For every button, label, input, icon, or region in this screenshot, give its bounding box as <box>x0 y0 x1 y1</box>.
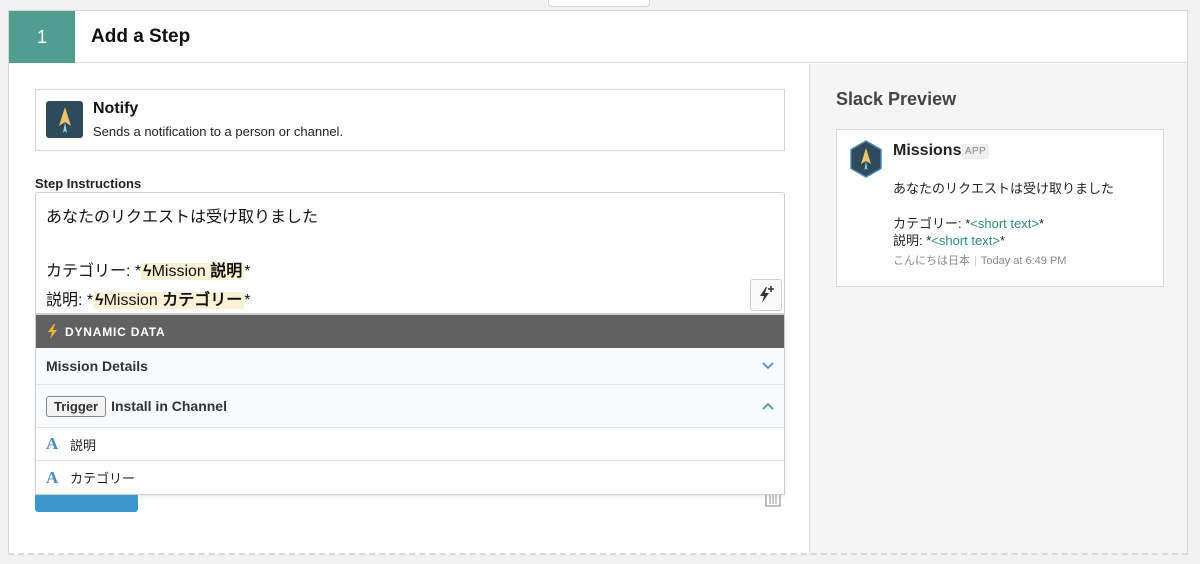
dynamic-data-dropdown: DYNAMIC DATA Mission Details Trigger Ins… <box>35 314 785 495</box>
bot-name: Missions <box>893 142 962 159</box>
message-text: * <box>999 233 1006 248</box>
instruction-line: 説明: * ϟMission カテゴリー * <box>46 286 251 310</box>
bolt-icon: ϟ <box>95 292 104 309</box>
step-title: Add a Step <box>91 26 191 47</box>
token-field: カテゴリー <box>162 292 243 309</box>
footer-separator: | <box>974 255 977 267</box>
mission-details-section[interactable]: Mission Details <box>36 348 784 385</box>
trigger-badge: Trigger <box>46 395 107 417</box>
footer-timestamp: Today at 6:49 PM <box>980 255 1067 267</box>
save-step-button[interactable] <box>35 495 138 512</box>
action-description: Sends a notification to a person or chan… <box>93 124 344 139</box>
instruction-text: * <box>244 292 251 309</box>
step-instructions-label: Step Instructions <box>35 176 142 191</box>
step-number: 1 <box>9 11 75 63</box>
chevron-down-icon <box>762 362 774 370</box>
message-text: * <box>1038 216 1045 231</box>
instruction-text: カテゴリー: * <box>46 263 142 280</box>
section-label: Install in Channel <box>111 398 227 414</box>
instruction-text: 説明: * <box>46 292 94 309</box>
trigger-section[interactable]: Trigger Install in Channel <box>36 385 784 428</box>
section-label: Mission Details <box>46 358 148 374</box>
insert-dynamic-data-button[interactable] <box>750 279 782 311</box>
slack-preview-pane: Slack Preview Missions APP あなたのリクエストは受け取… <box>809 64 1187 554</box>
bolt-icon: ϟ <box>143 263 152 280</box>
token-source: Mission <box>151 263 206 280</box>
item-label: 説明 <box>70 437 97 453</box>
instruction-line: カテゴリー: * ϟMission 説明 * <box>46 257 251 281</box>
instruction-text: * <box>244 263 251 280</box>
bolt-plus-icon <box>760 286 774 303</box>
message-text: カテゴリー: * <box>893 216 971 231</box>
message-footer: こんにちは日本 | Today at 6:49 PM <box>893 252 1066 268</box>
dynamic-data-token[interactable]: ϟMission 説明 <box>141 263 245 280</box>
bolt-icon <box>48 324 57 339</box>
step-card: 1 Add a Step Notify Sends a notification… <box>8 10 1188 554</box>
chevron-up-icon <box>762 402 774 410</box>
placeholder-text: <short text> <box>931 233 1000 248</box>
trash-icon[interactable] <box>763 495 783 512</box>
dynamic-data-token[interactable]: ϟMission カテゴリー <box>93 292 245 309</box>
dynamic-data-item[interactable]: A 説明 <box>36 428 784 461</box>
placeholder-text: <short text> <box>970 216 1039 231</box>
next-step-placeholder <box>8 553 1188 555</box>
action-name: Notify <box>93 100 139 117</box>
top-tab[interactable] <box>548 0 650 7</box>
slack-message-preview: Missions APP あなたのリクエストは受け取りました カテゴリー: *<… <box>836 129 1164 287</box>
slack-preview-title: Slack Preview <box>836 89 957 109</box>
dynamic-data-item[interactable]: A カテゴリー <box>36 461 784 494</box>
text-type-icon: A <box>46 467 59 487</box>
message-line: 説明: *<short text>* <box>893 230 1005 249</box>
rocket-icon <box>46 101 83 138</box>
message-text: 説明: * <box>893 233 932 248</box>
footer-channel: こんにちは日本 <box>893 255 970 267</box>
dynamic-data-title: DYNAMIC DATA <box>65 324 166 339</box>
token-field: 説明 <box>210 263 243 280</box>
selected-action[interactable]: Notify Sends a notification to a person … <box>35 89 785 151</box>
app-badge: APP <box>962 144 989 159</box>
instruction-line: あなたのリクエストは受け取りました <box>46 209 319 226</box>
message-line: あなたのリクエストは受け取りました <box>893 181 1115 196</box>
step-instructions-editor[interactable]: あなたのリクエストは受け取りました カテゴリー: * ϟMission 説明 * 説… <box>35 192 785 314</box>
missions-app-icon <box>850 140 882 178</box>
dynamic-data-header: DYNAMIC DATA <box>36 315 784 348</box>
step-header: 1 Add a Step <box>9 11 1187 63</box>
token-source: Mission <box>103 292 158 309</box>
text-type-icon: A <box>46 434 59 453</box>
step-editor-pane: Notify Sends a notification to a person … <box>9 64 809 554</box>
item-label: カテゴリー <box>70 471 136 486</box>
